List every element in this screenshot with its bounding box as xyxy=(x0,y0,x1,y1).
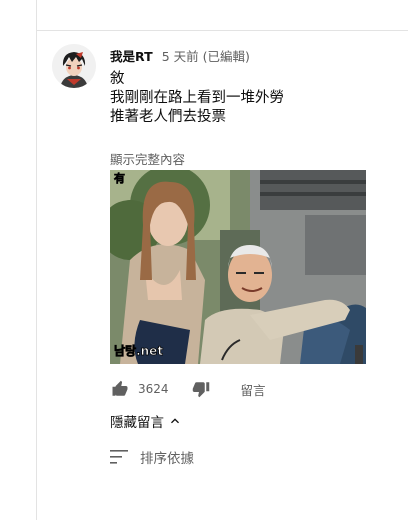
dislike-button[interactable] xyxy=(191,379,211,399)
panel-top-border xyxy=(36,30,408,31)
like-count: 3624 xyxy=(138,382,169,396)
chevron-up-icon xyxy=(171,418,179,424)
show-more-link[interactable]: 顯示完整內容 xyxy=(110,149,185,168)
comment-header: 我是RT 5 天前 (已編輯) xyxy=(110,46,250,65)
hide-replies-label: 隱藏留言 xyxy=(110,415,164,431)
comment-line: 推著老人們去投票 xyxy=(110,109,226,125)
comment-line: 敘 xyxy=(110,71,125,87)
sort-menu-button[interactable]: 排序依據 xyxy=(110,447,194,467)
comment-timestamp[interactable]: 5 天前 (已編輯) xyxy=(162,49,250,64)
thumbs-up-icon xyxy=(112,380,128,396)
comment-line: 我剛剛在路上看到一堆外勞 xyxy=(110,90,284,106)
avatar-image xyxy=(52,44,96,88)
comment-image[interactable]: 有 남탕.net xyxy=(110,170,366,364)
sort-lines-icon xyxy=(110,450,128,464)
comment-text: 敘 我剛剛在路上看到一堆外勞 推著老人們去投票 xyxy=(110,70,284,127)
hide-replies-button[interactable]: 隱藏留言 xyxy=(110,411,183,431)
panel-left-border xyxy=(36,0,37,520)
watermark-text: 남탕.net xyxy=(114,343,163,358)
reply-button[interactable]: 留言 xyxy=(241,380,266,399)
sort-label: 排序依據 xyxy=(140,451,194,467)
avatar[interactable] xyxy=(52,44,96,88)
comment-photo: 有 남탕.net xyxy=(110,170,366,364)
like-button[interactable] xyxy=(110,379,130,399)
comment-author[interactable]: 我是RT xyxy=(110,49,153,64)
comment-actions: 3624 留言 xyxy=(110,378,266,400)
thumbs-down-icon xyxy=(192,382,209,398)
photo-corner-text: 有 xyxy=(114,171,125,185)
